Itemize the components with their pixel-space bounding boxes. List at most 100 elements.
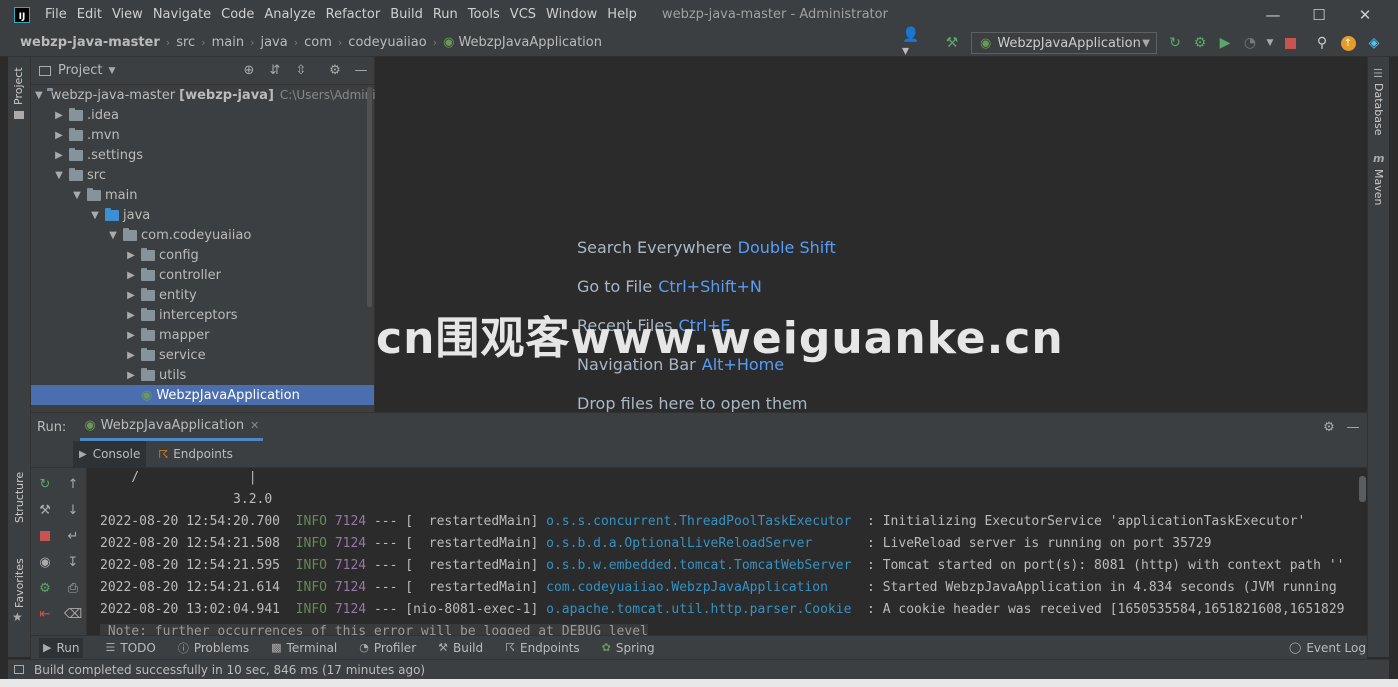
menu-build[interactable]: Build xyxy=(385,7,428,22)
expand-all-icon[interactable]: ⇵ xyxy=(267,63,283,79)
debug-icon[interactable]: ⚙ xyxy=(1192,35,1208,51)
exit-icon[interactable]: ⇤ xyxy=(37,606,53,622)
project-tool-tab[interactable]: Project xyxy=(12,67,25,105)
tree-item-package[interactable]: ▼ com.codeyuaiiao xyxy=(31,225,374,245)
trash-icon[interactable]: ⌫ xyxy=(64,606,82,622)
tree-item-mvn[interactable]: ▶ .mvn xyxy=(31,125,374,145)
rerun-icon[interactable]: ↻ xyxy=(37,476,53,492)
menu-analyze[interactable]: Analyze xyxy=(259,7,320,22)
arrow-down-icon[interactable]: ↓ xyxy=(65,502,81,518)
tree-item-application[interactable]: ◉ WebzpJavaApplication xyxy=(31,385,374,405)
structure-tool-tab[interactable]: Structure xyxy=(13,472,26,523)
tree-item-controller[interactable]: ▶ controller xyxy=(31,265,374,285)
scroll-to-end-icon[interactable]: ↧ xyxy=(65,554,81,570)
tree-item-java[interactable]: ▼ java xyxy=(31,205,374,225)
menu-window[interactable]: Window xyxy=(541,7,602,22)
hide-icon[interactable]: — xyxy=(1345,419,1361,435)
tree-item-interceptors[interactable]: ▶ interceptors xyxy=(31,305,374,325)
tree-item-settings[interactable]: ▶ .settings xyxy=(31,145,374,165)
breadcrumb-java[interactable]: java xyxy=(260,35,287,50)
menu-vcs[interactable]: VCS xyxy=(505,7,541,22)
close-window-button[interactable]: ✕ xyxy=(1342,0,1388,29)
stop-icon[interactable] xyxy=(1282,35,1298,51)
tree-item-mapper[interactable]: ▶ mapper xyxy=(31,325,374,345)
wrench-icon[interactable]: ⚒ xyxy=(37,502,53,518)
bottom-tab-terminal[interactable]: ▩ Terminal xyxy=(271,641,337,655)
stop-icon[interactable] xyxy=(37,528,53,544)
user-icon[interactable]: 👤▾ xyxy=(902,27,926,59)
tree-item-config[interactable]: ▶ config xyxy=(31,245,374,265)
breadcrumb-main[interactable]: main xyxy=(212,35,244,50)
close-icon[interactable]: ✕ xyxy=(250,419,259,432)
source-folder-icon xyxy=(105,207,119,221)
minimize-button[interactable]: — xyxy=(1250,0,1296,29)
tree-item-main[interactable]: ▼ main xyxy=(31,185,374,205)
spring-boot-class-icon: ◉ xyxy=(141,387,153,403)
breadcrumb-project[interactable]: webzp-java-master xyxy=(20,35,160,50)
menu-run[interactable]: Run xyxy=(428,7,463,22)
maximize-button[interactable]: ☐ xyxy=(1296,0,1342,29)
bottom-tab-build[interactable]: ⚒ Build xyxy=(438,641,483,655)
bottom-tab-run[interactable]: ▶ Run xyxy=(39,637,84,658)
tab-console[interactable]: ▶ Console xyxy=(73,440,147,468)
menu-code[interactable]: Code xyxy=(216,7,259,22)
locate-icon[interactable]: ⊕ xyxy=(241,63,257,79)
camera-icon[interactable]: ◉ xyxy=(37,554,53,570)
menu-edit[interactable]: Edit xyxy=(72,7,107,22)
run-subtabs: ▶ Console ☈ Endpoints xyxy=(31,440,1367,468)
project-panel-title[interactable]: Project xyxy=(58,63,102,78)
breadcrumb-com[interactable]: com xyxy=(304,35,332,50)
favorites-tool-tab[interactable]: Favorites xyxy=(13,558,26,608)
breadcrumb-src[interactable]: src xyxy=(176,35,195,50)
bottom-tab-problems[interactable]: ⓘ Problems xyxy=(178,640,249,656)
arrow-up-icon[interactable]: ↑ xyxy=(65,476,81,492)
database-tool-tab[interactable]: Database xyxy=(1372,83,1385,136)
coverage-icon[interactable]: ▶ xyxy=(1217,35,1233,51)
maven-tool-tab[interactable]: Maven xyxy=(1372,169,1385,205)
tree-item-entity[interactable]: ▶ entity xyxy=(31,285,374,305)
menu-file[interactable]: File xyxy=(40,7,72,22)
tree-item-src[interactable]: ▼ src xyxy=(31,165,374,185)
menu-help[interactable]: Help xyxy=(602,7,642,22)
tree-item-service[interactable]: ▶ service xyxy=(31,345,374,365)
status-bar: Build completed successfully in 10 sec, … xyxy=(8,659,1389,679)
rerun-icon[interactable]: ↻ xyxy=(1167,35,1183,51)
console-scrollbar[interactable] xyxy=(1359,476,1366,502)
menu-navigate[interactable]: Navigate xyxy=(148,7,216,22)
bottom-tab-todo[interactable]: ☰ TODO xyxy=(105,641,155,655)
tree-item-utils[interactable]: ▶ utils xyxy=(31,365,374,385)
breadcrumb-class[interactable]: WebzpJavaApplication xyxy=(458,35,602,50)
scrollbar[interactable] xyxy=(367,87,372,307)
info-icon: ⓘ xyxy=(177,641,189,655)
bottom-tab-endpoints[interactable]: ☈ Endpoints xyxy=(505,641,580,655)
menu-view[interactable]: View xyxy=(107,7,148,22)
event-log-button[interactable]: ◯ Event Log xyxy=(1289,641,1366,655)
console-output[interactable]: / | 3.2.0 2022-08-20 12:54:20.700 INFO 7… xyxy=(87,468,1367,636)
menu-refactor[interactable]: Refactor xyxy=(321,7,386,22)
collapse-all-icon[interactable]: ⇳ xyxy=(293,63,309,79)
status-toggle-icon[interactable] xyxy=(14,665,24,674)
search-icon[interactable]: ⚲ xyxy=(1314,35,1330,51)
menu-tools[interactable]: Tools xyxy=(463,7,505,22)
plugin-icon[interactable]: ◈ xyxy=(1366,35,1382,51)
bottom-tab-spring[interactable]: ✿ Spring xyxy=(602,641,655,655)
run-tab[interactable]: ◉ WebzpJavaApplication ✕ xyxy=(80,413,264,441)
hide-icon[interactable]: — xyxy=(353,63,369,79)
run-configuration-dropdown[interactable]: ◉ WebzpJavaApplication ▼ xyxy=(971,32,1157,54)
bottom-tool-tabs: ▶ Run ☰ TODO ⓘ Problems ▩ Terminal ◔ Profiler… xyxy=(31,635,1367,659)
hammer-build-icon[interactable]: ⚒ xyxy=(944,35,960,51)
chevron-down-icon[interactable]: ▼ xyxy=(108,66,115,76)
print-icon[interactable]: ⎙ xyxy=(65,580,81,596)
more-run-options-icon[interactable]: ▼ xyxy=(1262,35,1278,51)
profile-icon[interactable]: ◔ xyxy=(1242,35,1258,51)
tree-root[interactable]: ▼ webzp-java-master [webzp-java] C:\User… xyxy=(31,85,382,105)
gear-icon[interactable]: ⚙ xyxy=(1321,419,1337,435)
tab-endpoints[interactable]: ☈ Endpoints xyxy=(158,441,233,468)
debug-icon[interactable]: ⚙ xyxy=(37,580,53,596)
update-icon[interactable]: ↑ xyxy=(1340,35,1356,51)
breadcrumb-codeyuaiiao[interactable]: codeyuaiiao xyxy=(348,35,426,50)
gear-icon[interactable]: ⚙ xyxy=(327,63,343,79)
tree-item-idea[interactable]: ▶ .idea xyxy=(31,105,374,125)
soft-wrap-icon[interactable]: ↵ xyxy=(65,528,81,544)
bottom-tab-profiler[interactable]: ◔ Profiler xyxy=(359,641,416,655)
